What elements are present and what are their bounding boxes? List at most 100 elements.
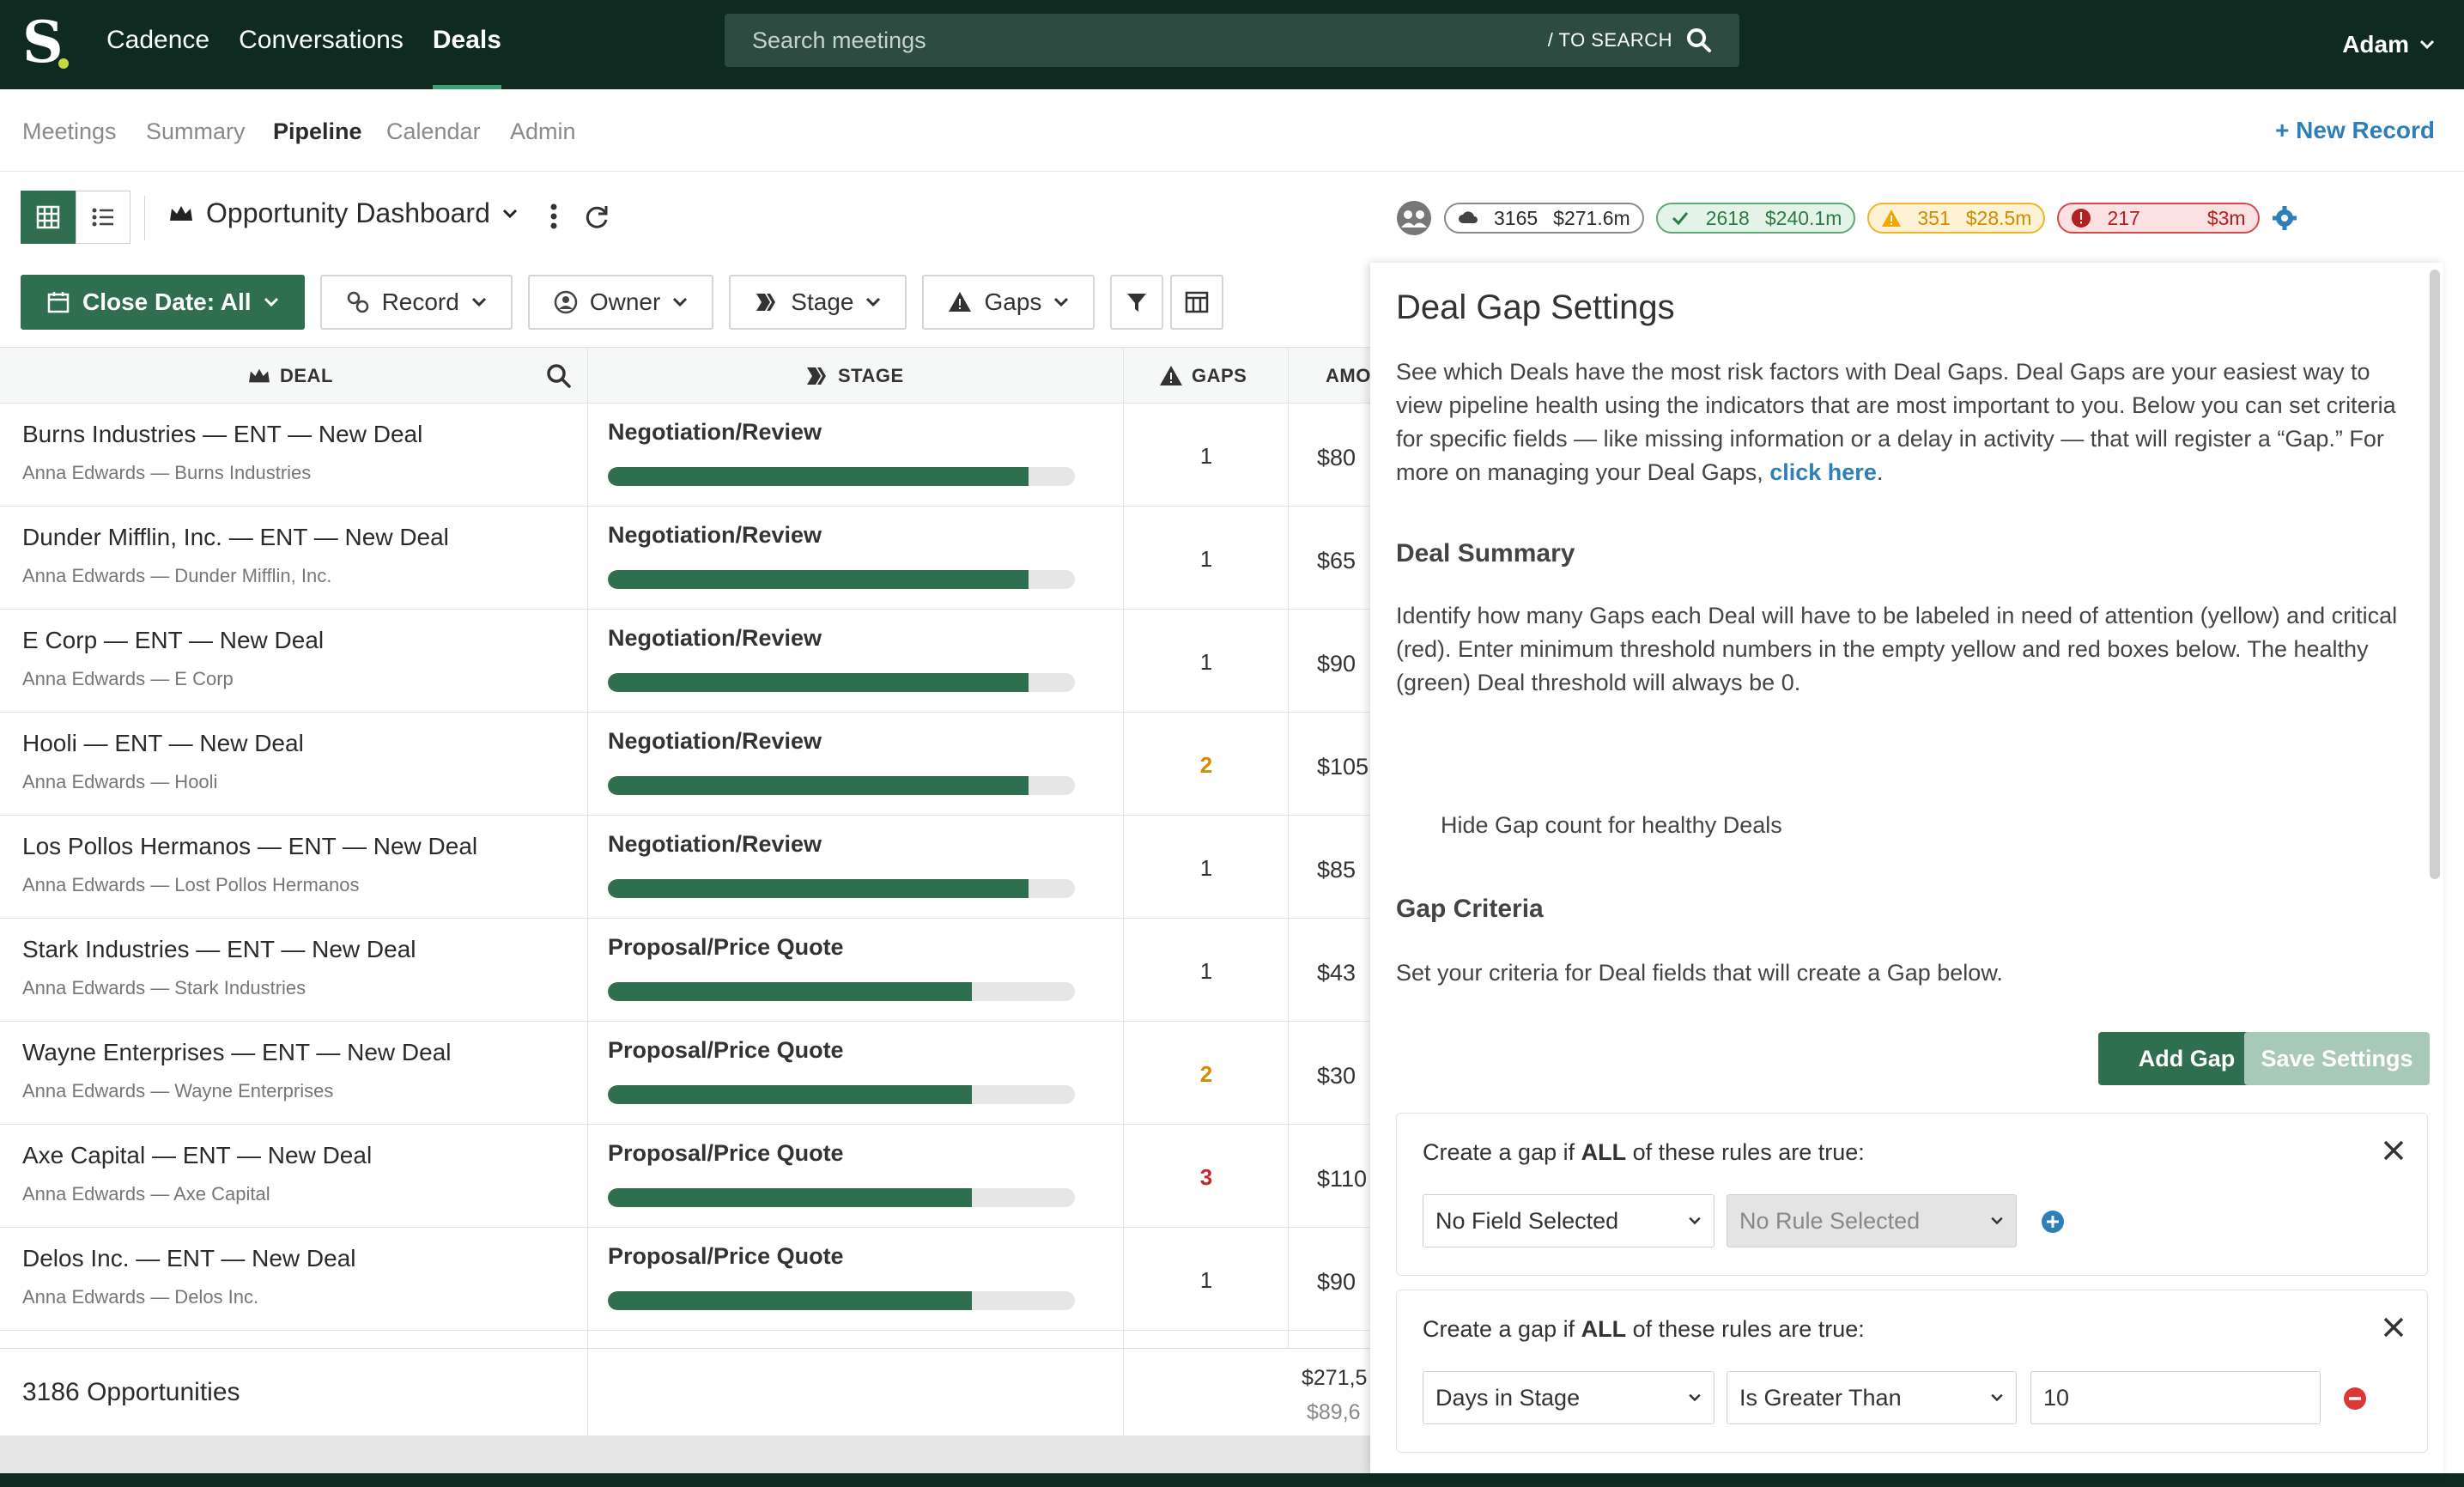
deal-gaps-count[interactable]: 1 [1125, 958, 1288, 985]
stage-progress-fill [608, 879, 1029, 898]
deal-gaps-count[interactable]: 1 [1125, 443, 1288, 470]
tab-calendar[interactable]: Calendar [386, 118, 481, 145]
deal-name[interactable]: Axe Capital — ENT — New Deal [22, 1142, 372, 1169]
view-toggle [21, 191, 130, 244]
threshold-input[interactable]: 10 [2030, 1371, 2321, 1424]
new-record-button[interactable]: + New Record [2275, 117, 2435, 144]
amount-column-header[interactable]: AMO [1326, 348, 1370, 404]
rule-suffix: of these rules are true: [1626, 1316, 1865, 1342]
table-row[interactable]: Dunder Mifflin, Inc. — ENT — New Deal Ann… [0, 507, 1370, 610]
close-icon[interactable] [2382, 1316, 2405, 1338]
table-row[interactable]: Los Pollos Hermanos — ENT — New Deal Anna… [0, 816, 1370, 919]
deal-name[interactable]: Hooli — ENT — New Deal [22, 730, 304, 757]
deal-amount: $105 [1317, 754, 1369, 780]
tab-admin[interactable]: Admin [510, 118, 576, 145]
table-row[interactable]: E Corp — ENT — New Deal Anna Edwards — E … [0, 610, 1370, 713]
rule-prefix: Create a gap if [1423, 1139, 1581, 1165]
filter-button[interactable] [1110, 275, 1164, 330]
nav-cadence[interactable]: Cadence [106, 0, 209, 89]
deal-gaps-count[interactable]: 1 [1125, 1267, 1288, 1294]
deal-name[interactable]: Burns Industries — ENT — New Deal [22, 421, 422, 448]
table-row[interactable]: Delos Inc. — ENT — New Deal Anna Edwards … [0, 1228, 1370, 1331]
deal-name[interactable]: Stark Industries — ENT — New Deal [22, 936, 416, 963]
add-rule-icon[interactable] [2041, 1210, 2065, 1234]
chevron-down-icon [471, 297, 486, 307]
rule-select[interactable]: No Rule Selected [1727, 1194, 2017, 1247]
deal-gaps-count[interactable]: 1 [1125, 649, 1288, 676]
deal-name[interactable]: Delos Inc. — ENT — New Deal [22, 1245, 356, 1272]
dashboard-selector[interactable]: Opportunity Dashboard [168, 197, 518, 229]
deal-name[interactable]: Wayne Enterprises — ENT — New Deal [22, 1039, 452, 1066]
stage-filter[interactable]: Stage [729, 275, 907, 330]
deal-gaps-count[interactable]: 2 [1125, 1061, 1288, 1088]
deal-gaps-count[interactable]: 1 [1125, 855, 1288, 882]
rule-suffix: of these rules are true: [1626, 1139, 1865, 1165]
field-select[interactable]: No Field Selected [1423, 1194, 1714, 1247]
tab-pipeline[interactable]: Pipeline [273, 118, 362, 145]
table-row[interactable]: Hooli — ENT — New Deal Anna Edwards — Hoo… [0, 713, 1370, 816]
deal-owner-account: Anna Edwards — Lost Pollos Hermanos [22, 874, 360, 895]
deal-amount: $65 [1317, 548, 1356, 574]
field-select[interactable]: Days in Stage [1423, 1371, 1714, 1424]
amount-header-label: AMO [1326, 365, 1370, 386]
deal-stage: Negotiation/Review [608, 831, 822, 857]
user-menu[interactable]: Adam [2342, 0, 2435, 89]
horizontal-scrollbar[interactable] [0, 1435, 1370, 1473]
healthy-deals-pill[interactable]: 2618 $240.1m [1655, 203, 1856, 234]
owner-filter[interactable]: Owner [527, 275, 714, 330]
deal-stage: Negotiation/Review [608, 522, 822, 548]
tab-meetings[interactable]: Meetings [22, 118, 117, 145]
gaps-column-header[interactable]: GAPS [1159, 348, 1247, 404]
close-icon[interactable] [2382, 1139, 2405, 1162]
rule-select[interactable]: Is Greater Than [1727, 1371, 2017, 1424]
panel-scrollbar[interactable] [2430, 270, 2440, 879]
search-icon[interactable] [1686, 27, 1712, 53]
warning-icon [1882, 209, 1902, 227]
deal-gaps-count[interactable]: 1 [1125, 546, 1288, 573]
grid-view-button[interactable] [21, 191, 76, 244]
search-bar[interactable]: Search meetings / TO SEARCH [725, 14, 1739, 67]
deal-column-header[interactable]: DEAL [247, 348, 333, 404]
save-settings-button[interactable]: Save Settings [2244, 1032, 2430, 1085]
refresh-icon[interactable] [582, 203, 611, 232]
panel-intro-text: See which Deals have the most risk facto… [1396, 359, 2396, 485]
table-row[interactable]: Axe Capital — ENT — New Deal Anna Edwards… [0, 1125, 1370, 1228]
deal-name[interactable]: Dunder Mifflin, Inc. — ENT — New Deal [22, 524, 449, 551]
deal-name[interactable]: Los Pollos Hermanos — ENT — New Deal [22, 833, 477, 860]
team-avatar-icon[interactable] [1396, 200, 1432, 236]
columns-button[interactable] [1170, 275, 1224, 330]
close-date-filter[interactable]: Close Date: All [21, 275, 305, 330]
chevron-down-icon [264, 297, 278, 307]
critical-deals-pill[interactable]: 217 $3m [2057, 203, 2260, 234]
funnel-icon [1127, 294, 1147, 312]
app-logo[interactable]: S [22, 14, 72, 74]
nav-conversations[interactable]: Conversations [239, 0, 404, 89]
all-deals-pill[interactable]: 3165 $271.6m [1444, 203, 1644, 234]
stage-column-header[interactable]: STAGE [805, 348, 904, 404]
deal-gaps-count[interactable]: 2 [1125, 752, 1288, 779]
deal-amount: $85 [1317, 857, 1356, 883]
remove-rule-icon[interactable] [2343, 1387, 2367, 1411]
table-row[interactable]: Stark Industries — ENT — New Deal Anna Ed… [0, 919, 1370, 1022]
tab-summary[interactable]: Summary [146, 118, 246, 145]
help-link[interactable]: click here [1769, 459, 1877, 485]
chevron-down-icon [866, 297, 881, 307]
gaps-filter[interactable]: Gaps [922, 275, 1095, 330]
deal-name[interactable]: E Corp — ENT — New Deal [22, 627, 324, 654]
deal-owner-account: Anna Edwards — Burns Industries [22, 462, 312, 483]
search-input[interactable]: Search meetings [752, 27, 1548, 54]
more-options-icon[interactable] [549, 203, 558, 230]
table-row[interactable]: Wayne Enterprises — ENT — New Deal Anna E… [0, 1022, 1370, 1125]
nav-deals[interactable]: Deals [432, 0, 501, 89]
attention-deals-pill[interactable]: 351 $28.5m [1867, 203, 2046, 234]
gear-icon[interactable] [2272, 205, 2297, 231]
hide-gap-count-label[interactable]: Hide Gap count for healthy Deals [1441, 809, 1782, 842]
stage-progress-fill [608, 776, 1029, 795]
deal-health-summary: 3165 $271.6m 2618 $240.1m 351 $28.5m 217… [1396, 201, 2297, 235]
list-view-button[interactable] [76, 191, 130, 244]
search-icon[interactable] [546, 363, 572, 389]
table-row[interactable]: Burns Industries — ENT — New Deal Anna Ed… [0, 404, 1370, 507]
deal-gaps-count[interactable]: 3 [1125, 1164, 1288, 1191]
record-filter[interactable]: Record [319, 275, 513, 330]
stage-progress-fill [608, 570, 1029, 589]
